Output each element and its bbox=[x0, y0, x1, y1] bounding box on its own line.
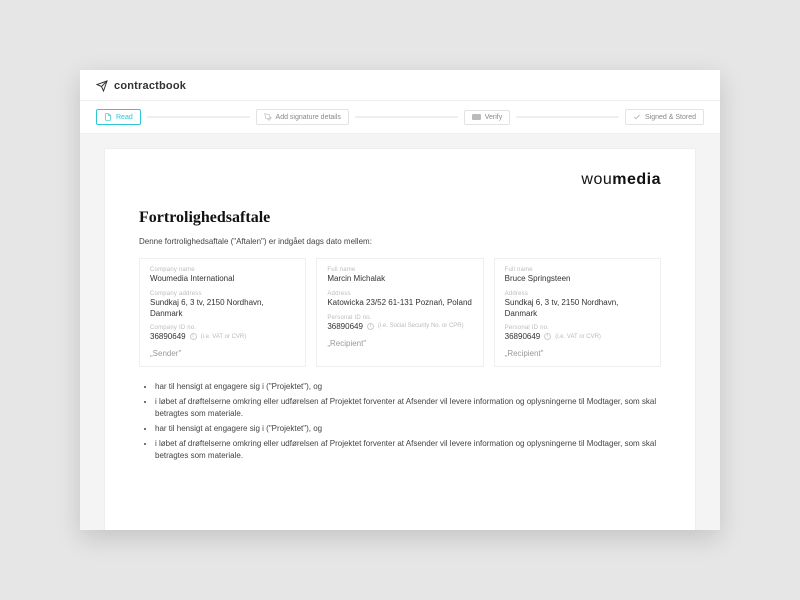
party-role: „Sender" bbox=[150, 349, 295, 358]
party-role: „Recipient" bbox=[327, 339, 472, 348]
field-label: Company name bbox=[150, 267, 295, 273]
party-name: Bruce Springsteen bbox=[505, 274, 650, 285]
body-item: i løbet af drøftelserne omkring eller ud… bbox=[155, 438, 661, 462]
party-id-hint: (i.e. VAT or CVR) bbox=[555, 334, 601, 340]
app-header: contractbook bbox=[80, 70, 720, 101]
party-address: Katowicka 23/52 61-131 Poznań, Poland bbox=[327, 298, 472, 309]
body-item: har til hensigt at engagere sig i ("Proj… bbox=[155, 381, 661, 393]
party-address: Sundkaj 6, 3 tv, 2150 Nordhavn, Danmark bbox=[150, 298, 295, 320]
document-icon bbox=[104, 113, 112, 121]
logo-row: woumedia bbox=[139, 171, 661, 189]
progress-bar: Read Add signature details Verify Signed… bbox=[80, 101, 720, 134]
document-intro: Denne fortrolighedsaftale ("Aftalen") er… bbox=[139, 237, 661, 246]
party-id-hint: (i.e. Social Security No. or CPR) bbox=[378, 323, 464, 329]
party-card-recipient: Full name Bruce Springsteen Address Sund… bbox=[494, 258, 661, 367]
app-window: contractbook Read Add signature details bbox=[80, 70, 720, 530]
party-id: 36890649 bbox=[150, 332, 186, 341]
logo-prefix: wou bbox=[581, 171, 612, 188]
field-label: Address bbox=[505, 291, 650, 297]
document-canvas: woumedia Fortrolighedsaftale Denne fortr… bbox=[80, 134, 720, 530]
document-body-list: har til hensigt at engagere sig i ("Proj… bbox=[139, 381, 661, 462]
field-label: Address bbox=[327, 291, 472, 297]
field-label: Company ID no. bbox=[150, 325, 295, 331]
party-role: „Recipient" bbox=[505, 349, 650, 358]
info-icon: i bbox=[190, 333, 197, 340]
progress-connector bbox=[147, 116, 250, 118]
party-id-hint: (i.e. VAT or CVR) bbox=[201, 334, 247, 340]
party-name: Woumedia International bbox=[150, 274, 295, 285]
field-label: Company address bbox=[150, 291, 295, 297]
step-add-signature-label: Add signature details bbox=[276, 114, 341, 121]
document-page: woumedia Fortrolighedsaftale Denne fortr… bbox=[104, 148, 696, 530]
info-icon: i bbox=[544, 333, 551, 340]
step-signed[interactable]: Signed & Stored bbox=[625, 109, 704, 125]
party-id-row: 36890649 i (i.e. Social Security No. or … bbox=[327, 322, 472, 331]
body-item: i løbet af drøftelserne omkring eller ud… bbox=[155, 396, 661, 420]
id-card-icon bbox=[472, 114, 481, 120]
company-logo: woumedia bbox=[581, 171, 661, 189]
party-card-recipient: Full name Marcin Michalak Address Katowi… bbox=[316, 258, 483, 367]
progress-connector bbox=[516, 116, 619, 118]
logo-suffix: media bbox=[612, 171, 661, 188]
party-name: Marcin Michalak bbox=[327, 274, 472, 285]
pen-icon bbox=[264, 113, 272, 121]
step-verify-label: Verify bbox=[485, 114, 503, 121]
field-label: Personal ID no. bbox=[505, 325, 650, 331]
step-read-label: Read bbox=[116, 114, 133, 121]
step-signed-label: Signed & Stored bbox=[645, 114, 696, 121]
check-icon bbox=[633, 113, 641, 121]
body-item: har til hensigt at engagere sig i ("Proj… bbox=[155, 423, 661, 435]
field-label: Full name bbox=[505, 267, 650, 273]
step-add-signature[interactable]: Add signature details bbox=[256, 109, 349, 125]
party-id-row: 36890649 i (i.e. VAT or CVR) bbox=[150, 332, 295, 341]
field-label: Full name bbox=[327, 267, 472, 273]
parties-row: Company name Woumedia International Comp… bbox=[139, 258, 661, 367]
party-id-row: 36890649 i (i.e. VAT or CVR) bbox=[505, 332, 650, 341]
document-title: Fortrolighedsaftale bbox=[139, 209, 661, 227]
party-id: 36890649 bbox=[505, 332, 541, 341]
party-address: Sundkaj 6, 3 tv, 2150 Nordhavn, Danmark bbox=[505, 298, 650, 320]
info-icon: i bbox=[367, 323, 374, 330]
step-verify[interactable]: Verify bbox=[464, 110, 511, 125]
party-id: 36890649 bbox=[327, 322, 363, 331]
brand-name: contractbook bbox=[114, 80, 186, 92]
party-card-sender: Company name Woumedia International Comp… bbox=[139, 258, 306, 367]
step-read[interactable]: Read bbox=[96, 109, 141, 125]
field-label: Personal ID no. bbox=[327, 315, 472, 321]
paper-plane-icon bbox=[96, 80, 108, 92]
progress-connector bbox=[355, 116, 458, 118]
